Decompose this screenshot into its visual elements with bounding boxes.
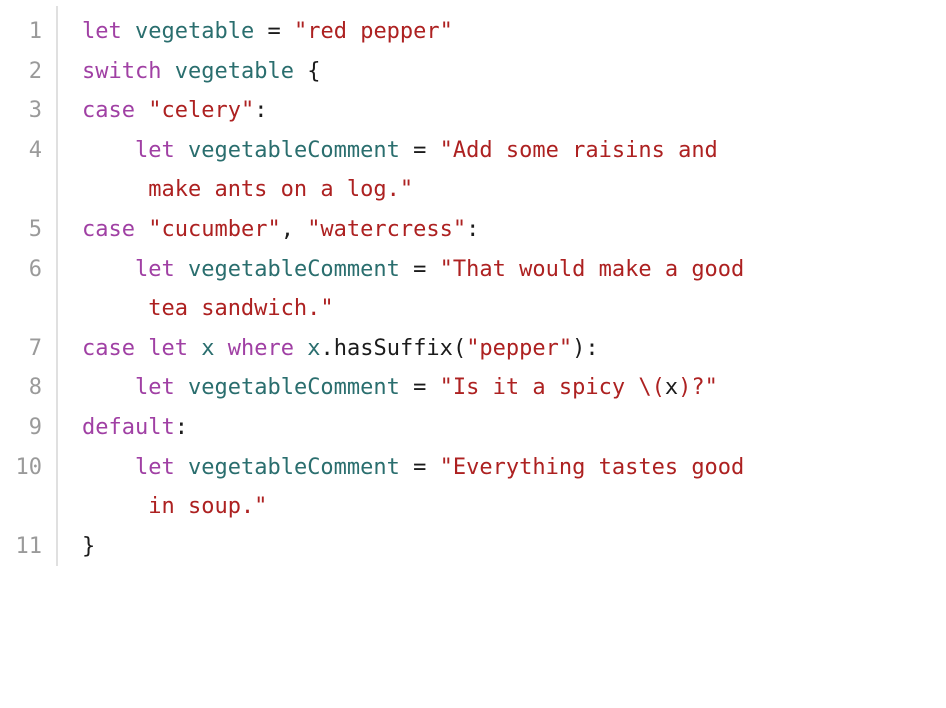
- token-pln: }: [82, 534, 95, 559]
- code-line[interactable]: let vegetable = "red pepper": [82, 12, 926, 52]
- token-kw: let: [82, 19, 122, 44]
- token-kw: case: [82, 217, 135, 242]
- code-line[interactable]: }: [82, 527, 926, 567]
- token-str: in soup.": [148, 494, 267, 519]
- token-pln: [82, 455, 135, 480]
- token-kw: where: [228, 336, 294, 361]
- token-pln: :: [466, 217, 479, 242]
- token-id: vegetableComment: [188, 138, 400, 163]
- token-pln: [82, 375, 135, 400]
- token-str: "Everything tastes good: [440, 455, 758, 480]
- token-kw: switch: [82, 59, 161, 84]
- token-pln: {: [294, 59, 321, 84]
- code-line[interactable]: case let x where x.hasSuffix("pepper"):: [82, 329, 926, 369]
- token-pln: :: [175, 415, 188, 440]
- token-kw: case: [82, 98, 135, 123]
- line-number: 5: [0, 210, 42, 250]
- token-pln: ):: [572, 336, 599, 361]
- token-str: "pepper": [466, 336, 572, 361]
- token-kw: let: [135, 375, 175, 400]
- token-pln: [175, 455, 188, 480]
- token-str: tea sandwich.": [148, 296, 333, 321]
- code-block: 1234567891011 let vegetable = "red peppe…: [0, 6, 946, 566]
- line-number: 9: [0, 408, 42, 448]
- token-pln: [135, 336, 148, 361]
- token-pln: [175, 257, 188, 282]
- token-interp-delim: \(: [638, 375, 665, 400]
- token-str: "Is it a spicy: [440, 375, 639, 400]
- line-number: 3: [0, 91, 42, 131]
- token-kw: let: [148, 336, 188, 361]
- code-line[interactable]: default:: [82, 408, 926, 448]
- line-number: 6: [0, 250, 42, 329]
- code-line[interactable]: switch vegetable {: [82, 52, 926, 92]
- code-area[interactable]: let vegetable = "red pepper"switch veget…: [58, 6, 946, 566]
- token-pln: ,: [281, 217, 308, 242]
- token-pln: [135, 217, 148, 242]
- token-pln: :: [254, 98, 267, 123]
- token-pln: [214, 336, 227, 361]
- token-id: vegetable: [135, 19, 254, 44]
- token-kw: let: [135, 455, 175, 480]
- code-line[interactable]: let vegetableComment = "Add some raisins…: [82, 131, 926, 210]
- code-line[interactable]: case "cucumber", "watercress":: [82, 210, 926, 250]
- line-number: 8: [0, 368, 42, 408]
- line-number: 2: [0, 52, 42, 92]
- token-str: "celery": [148, 98, 254, 123]
- token-str: "That would make a good: [440, 257, 758, 282]
- token-pln: =: [400, 455, 440, 480]
- token-pln: [175, 375, 188, 400]
- token-pln: =: [254, 19, 294, 44]
- line-number: 1: [0, 12, 42, 52]
- token-id: vegetableComment: [188, 375, 400, 400]
- token-id: x: [201, 336, 214, 361]
- token-pln: =: [400, 375, 440, 400]
- line-number: 4: [0, 131, 42, 210]
- token-pln: [294, 336, 307, 361]
- token-pln: [175, 138, 188, 163]
- code-line[interactable]: let vegetableComment = "Is it a spicy \(…: [82, 368, 926, 408]
- token-kw: default: [82, 415, 175, 440]
- token-interp-delim: ): [678, 375, 691, 400]
- token-kw: let: [135, 138, 175, 163]
- token-pln: [161, 59, 174, 84]
- token-str: "watercress": [307, 217, 466, 242]
- token-pln: [135, 98, 148, 123]
- line-number-gutter: 1234567891011: [0, 6, 58, 566]
- token-str: "Add some raisins and: [440, 138, 731, 163]
- token-str: "cucumber": [148, 217, 280, 242]
- line-number: 11: [0, 527, 42, 567]
- token-id: vegetableComment: [188, 455, 400, 480]
- token-interp-inner: x: [665, 375, 678, 400]
- token-id: vegetableComment: [188, 257, 400, 282]
- token-kw: case: [82, 336, 135, 361]
- token-pln: [122, 19, 135, 44]
- token-pln: [82, 257, 135, 282]
- token-pln: (: [453, 336, 466, 361]
- token-pln: [188, 336, 201, 361]
- code-line[interactable]: let vegetableComment = "That would make …: [82, 250, 926, 329]
- line-number: 10: [0, 448, 42, 527]
- token-call: hasSuffix: [334, 336, 453, 361]
- token-pln: =: [400, 257, 440, 282]
- token-str: "red pepper": [294, 19, 453, 44]
- token-id: x: [307, 336, 320, 361]
- token-pln: [82, 138, 135, 163]
- code-line[interactable]: let vegetableComment = "Everything taste…: [82, 448, 926, 527]
- token-str: make ants on a log.": [148, 177, 413, 202]
- token-id: vegetable: [175, 59, 294, 84]
- line-number: 7: [0, 329, 42, 369]
- token-pln: =: [400, 138, 440, 163]
- code-line[interactable]: case "celery":: [82, 91, 926, 131]
- token-str: ?": [691, 375, 718, 400]
- token-pln: .: [320, 336, 333, 361]
- token-kw: let: [135, 257, 175, 282]
